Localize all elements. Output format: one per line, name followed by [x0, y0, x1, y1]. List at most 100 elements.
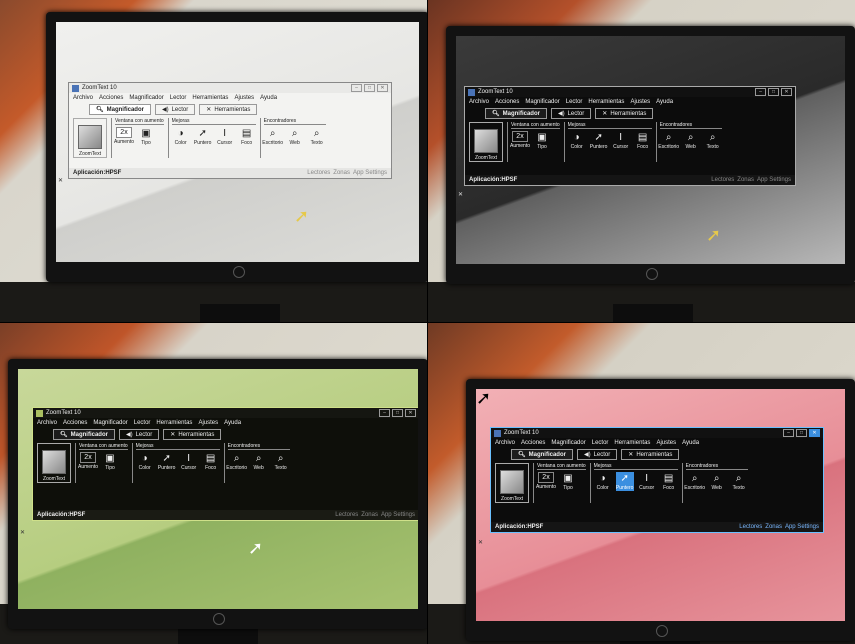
texto-button[interactable]: ⌕ Texto: [730, 472, 748, 491]
tipo-button[interactable]: ▣ Tipo: [101, 452, 119, 471]
maximize-button[interactable]: □: [796, 429, 807, 437]
app-settings-link[interactable]: App Settings: [785, 524, 819, 530]
menu-archivo[interactable]: Archivo: [37, 420, 57, 426]
tab-magnificador[interactable]: 🔍︎ Magnificador: [53, 429, 115, 440]
menu-lector[interactable]: Lector: [592, 440, 609, 446]
menu-acciones[interactable]: Acciones: [99, 95, 123, 101]
menu-archivo[interactable]: Archivo: [73, 95, 93, 101]
close-button[interactable]: ✕: [405, 409, 416, 417]
cursor-button[interactable]: I Cursor: [638, 472, 656, 491]
tab-herramientas[interactable]: ✕ Herramientas: [163, 429, 222, 440]
zonas-link[interactable]: Zonas: [333, 170, 350, 176]
zonas-link[interactable]: Zonas: [361, 512, 378, 518]
tab-herramientas[interactable]: ✕ Herramientas: [621, 449, 680, 460]
puntero-button[interactable]: ➚ Puntero: [615, 472, 634, 491]
web-button[interactable]: ⌕ Web: [250, 452, 268, 471]
escritorio-button[interactable]: ⌕ Escritorio: [658, 131, 679, 150]
color-button[interactable]: ◑ Color: [568, 131, 586, 150]
escritorio-button[interactable]: ⌕ Escritorio: [684, 472, 705, 491]
menu-herramientas[interactable]: Herramientas: [614, 440, 650, 446]
tab-lector[interactable]: ◀) Lector: [550, 108, 592, 119]
menu-archivo[interactable]: Archivo: [495, 440, 515, 446]
menu-ayuda[interactable]: Ayuda: [224, 420, 241, 426]
menu-ayuda[interactable]: Ayuda: [260, 95, 277, 101]
zoomtext-button[interactable]: ZoomText: [37, 443, 71, 483]
web-button[interactable]: ⌕ Web: [708, 472, 726, 491]
tab-magnificador[interactable]: 🔍︎ Magnificador: [511, 449, 573, 460]
zoom-level-field[interactable]: 2x: [116, 127, 132, 138]
tab-magnificador[interactable]: 🔍︎ Magnificador: [89, 104, 151, 115]
zonas-link[interactable]: Zonas: [737, 177, 754, 183]
minimize-button[interactable]: –: [783, 429, 794, 437]
escritorio-button[interactable]: ⌕ Escritorio: [226, 452, 247, 471]
color-button[interactable]: ◑ Color: [172, 127, 190, 146]
puntero-button[interactable]: ➚ Puntero: [590, 131, 608, 150]
tab-herramientas[interactable]: ✕ Herramientas: [199, 104, 258, 115]
menu-acciones[interactable]: Acciones: [521, 440, 545, 446]
menu-archivo[interactable]: Archivo: [469, 99, 489, 105]
color-button[interactable]: ◑ Color: [594, 472, 612, 491]
tab-magnificador[interactable]: 🔍︎ Magnificador: [485, 108, 547, 119]
escritorio-button[interactable]: ⌕ Escritorio: [262, 127, 283, 146]
aumento-spinner[interactable]: 2x Aumento: [510, 131, 530, 150]
menu-magnificador[interactable]: Magnificador: [551, 440, 585, 446]
tab-lector[interactable]: ◀) Lector: [118, 429, 160, 440]
menu-magnificador[interactable]: Magnificador: [93, 420, 127, 426]
texto-button[interactable]: ⌕ Texto: [272, 452, 290, 471]
maximize-button[interactable]: □: [364, 84, 375, 92]
close-button[interactable]: ✕: [781, 88, 792, 96]
desktop-icon[interactable]: ✕: [458, 191, 463, 198]
aumento-spinner[interactable]: 2x Aumento: [536, 472, 556, 491]
tab-lector[interactable]: ◀) Lector: [576, 449, 618, 460]
lectores-link[interactable]: Lectores: [335, 512, 358, 518]
cursor-button[interactable]: I Cursor: [612, 131, 630, 150]
zoom-level-field[interactable]: 2x: [512, 131, 528, 142]
menu-magnificador[interactable]: Magnificador: [525, 99, 559, 105]
menu-ajustes[interactable]: Ajustes: [630, 99, 650, 105]
zoom-level-field[interactable]: 2x: [538, 472, 554, 483]
app-settings-link[interactable]: App Settings: [381, 512, 415, 518]
foco-button[interactable]: ▤ Foco: [238, 127, 256, 146]
desktop-icon[interactable]: ✕: [20, 529, 25, 536]
minimize-button[interactable]: –: [379, 409, 390, 417]
minimize-button[interactable]: –: [755, 88, 766, 96]
menu-ayuda[interactable]: Ayuda: [656, 99, 673, 105]
desktop-icon[interactable]: ✕: [58, 177, 63, 184]
tab-lector[interactable]: ◀) Lector: [154, 104, 196, 115]
menu-ajustes[interactable]: Ajustes: [234, 95, 254, 101]
menu-ayuda[interactable]: Ayuda: [682, 440, 699, 446]
foco-button[interactable]: ▤ Foco: [202, 452, 220, 471]
texto-button[interactable]: ⌕ Texto: [308, 127, 326, 146]
web-button[interactable]: ⌕ Web: [682, 131, 700, 150]
minimize-button[interactable]: –: [351, 84, 362, 92]
lectores-link[interactable]: Lectores: [739, 524, 762, 530]
zoomtext-button[interactable]: ZoomText: [495, 463, 529, 503]
menu-lector[interactable]: Lector: [170, 95, 187, 101]
lectores-link[interactable]: Lectores: [711, 177, 734, 183]
menu-acciones[interactable]: Acciones: [495, 99, 519, 105]
app-settings-link[interactable]: App Settings: [353, 170, 387, 176]
cursor-button[interactable]: I Cursor: [216, 127, 234, 146]
desktop-icon[interactable]: ✕: [478, 539, 483, 546]
menu-lector[interactable]: Lector: [566, 99, 583, 105]
puntero-button[interactable]: ➚ Puntero: [194, 127, 212, 146]
puntero-button[interactable]: ➚ Puntero: [158, 452, 176, 471]
maximize-button[interactable]: □: [392, 409, 403, 417]
app-settings-link[interactable]: App Settings: [757, 177, 791, 183]
close-button[interactable]: ✕: [377, 84, 388, 92]
zonas-link[interactable]: Zonas: [765, 524, 782, 530]
close-button[interactable]: ✕: [809, 429, 820, 437]
menu-acciones[interactable]: Acciones: [63, 420, 87, 426]
zoom-level-field[interactable]: 2x: [80, 452, 96, 463]
zoomtext-button[interactable]: ZoomText: [469, 122, 503, 162]
web-button[interactable]: ⌕ Web: [286, 127, 304, 146]
tipo-button[interactable]: ▣ Tipo: [137, 127, 155, 146]
maximize-button[interactable]: □: [768, 88, 779, 96]
texto-button[interactable]: ⌕ Texto: [704, 131, 722, 150]
menu-herramientas[interactable]: Herramientas: [192, 95, 228, 101]
menu-magnificador[interactable]: Magnificador: [129, 95, 163, 101]
aumento-spinner[interactable]: 2x Aumento: [78, 452, 98, 471]
menu-lector[interactable]: Lector: [134, 420, 151, 426]
menu-herramientas[interactable]: Herramientas: [156, 420, 192, 426]
lectores-link[interactable]: Lectores: [307, 170, 330, 176]
